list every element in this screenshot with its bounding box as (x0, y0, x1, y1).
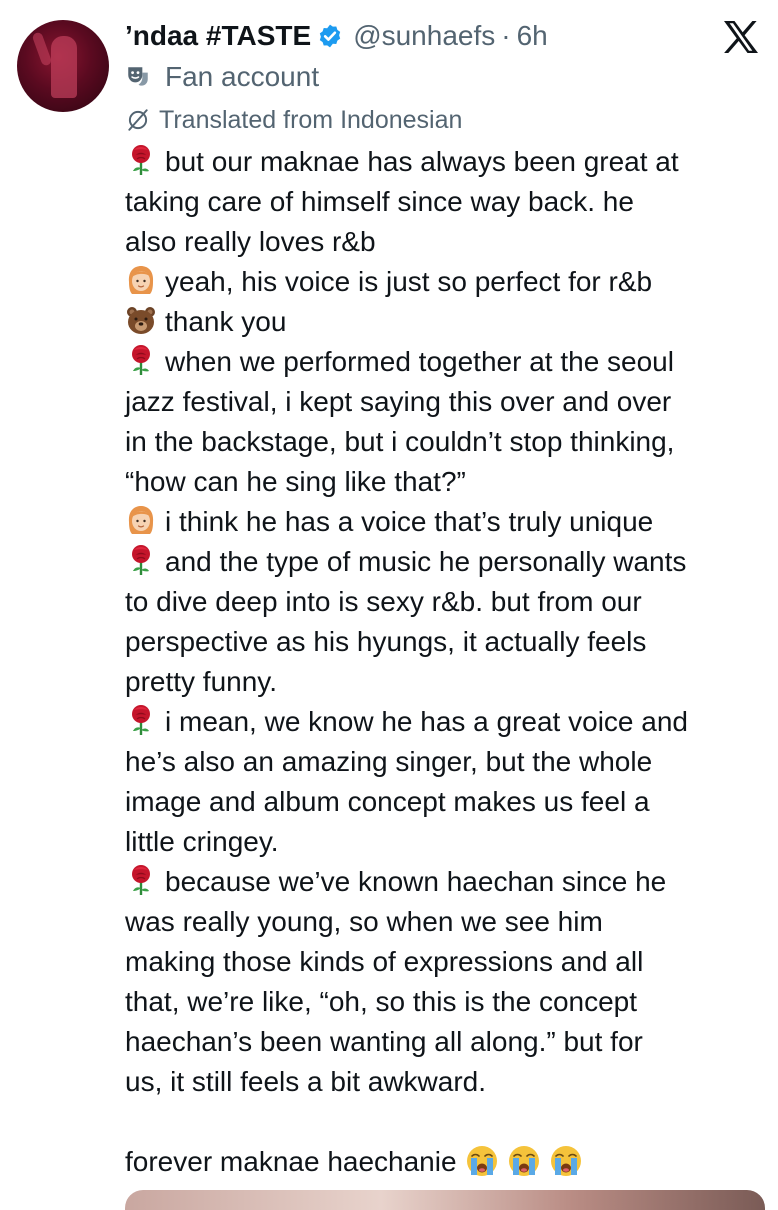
translation-text: Translated from Indonesian (159, 105, 463, 134)
loudly-crying-face-icon (550, 1146, 581, 1176)
tweet-line-text: image and album concept makes us feel a (125, 786, 650, 817)
tweet-header: ’ndaa #TASTE @sunhaefs · 6h (125, 16, 548, 56)
bear-emoji-icon (127, 307, 155, 334)
tweet-line: thank you (125, 302, 770, 342)
avatar-arm (31, 31, 53, 67)
media-preview[interactable] (125, 1190, 765, 1210)
woman-emoji-icon (128, 506, 154, 534)
loudly-crying-face-icon (466, 1146, 497, 1176)
tweet-line-text: thank you (165, 306, 287, 337)
tweet-line: little cringey. (125, 822, 770, 862)
fan-account-label: Fan account (125, 57, 319, 97)
translation-notice[interactable]: Translated from Indonesian (125, 101, 462, 139)
tweet-line: and the type of music he personally want… (125, 542, 770, 582)
tweet-line-text: when we performed together at the seoul (165, 346, 674, 377)
tweet-line: i mean, we know he has a great voice and (125, 702, 770, 742)
tweet-line: that, we’re like, “oh, so this is the co… (125, 982, 770, 1022)
loudly-crying-face-icon (508, 1146, 539, 1176)
closing-text: forever maknae haechanie (125, 1146, 457, 1177)
tweet-line-text: i think he has a voice that’s truly uniq… (165, 506, 654, 537)
tweet-line-text: also really loves r&b (125, 226, 376, 257)
rose-emoji-icon (132, 345, 150, 375)
timestamp[interactable]: 6h (517, 20, 548, 52)
rose-emoji-icon (132, 865, 150, 895)
tweet-line: image and album concept makes us feel a (125, 782, 770, 822)
tweet-line-text: jazz festival, i kept saying this over a… (125, 386, 672, 417)
verified-badge-icon (317, 23, 343, 49)
avatar[interactable] (17, 20, 109, 112)
tweet-line: perspective as his hyungs, it actually f… (125, 622, 770, 662)
tweet-line: because we’ve known haechan since he (125, 862, 770, 902)
rose-emoji-icon (132, 705, 150, 735)
tweet-line: he’s also an amazing singer, but the who… (125, 742, 770, 782)
avatar-figure (51, 36, 77, 98)
tweet-line: when we performed together at the seoul (125, 342, 770, 382)
tweet-line-text: because we’ve known haechan since he (165, 866, 667, 897)
tweet-line-text: but our maknae has always been great at (165, 146, 679, 177)
x-logo-icon[interactable] (723, 20, 759, 54)
rose-emoji-icon (132, 145, 150, 175)
rose-emoji-icon (132, 545, 150, 575)
tweet-line-text: that, we’re like, “oh, so this is the co… (125, 986, 638, 1017)
display-name[interactable]: ’ndaa #TASTE (125, 20, 311, 52)
tweet-line-text: and the type of music he personally want… (165, 546, 687, 577)
tweet-line: us, it still feels a bit awkward. (125, 1062, 770, 1102)
tweet-line: also really loves r&b (125, 222, 770, 262)
tweet-line-text: little cringey. (125, 826, 279, 857)
tweet-line-text: making those kinds of expressions and al… (125, 946, 644, 977)
tweet-line-text: was really young, so when we see him (125, 906, 603, 937)
closing-line: forever maknae haechanie (125, 1142, 770, 1182)
tweet-line: pretty funny. (125, 662, 770, 702)
tweet-line-text: i mean, we know he has a great voice and (165, 706, 688, 737)
tweet-line-text: pretty funny. (125, 666, 278, 697)
tweet-line: taking care of himself since way back. h… (125, 182, 770, 222)
tweet-line-text: “how can he sing like that?” (125, 466, 466, 497)
tweet-line-text: yeah, his voice is just so perfect for r… (165, 266, 653, 297)
tweet-line: jazz festival, i kept saying this over a… (125, 382, 770, 422)
tweet-line-text: us, it still feels a bit awkward. (125, 1066, 487, 1097)
tweet-line-text: he’s also an amazing singer, but the who… (125, 746, 653, 777)
tweet-line: i think he has a voice that’s truly uniq… (125, 502, 770, 542)
tweet-line: making those kinds of expressions and al… (125, 942, 770, 982)
tweet-line: “how can he sing like that?” (125, 462, 770, 502)
tweet-line: haechan’s been wanting all along.” but f… (125, 1022, 770, 1062)
tweet-line: yeah, his voice is just so perfect for r… (125, 262, 770, 302)
theater-mask-icon (125, 64, 151, 90)
tweet-line: in the backstage, but i couldn’t stop th… (125, 422, 770, 462)
translate-globe-icon (125, 107, 151, 133)
tweet-line-text: perspective as his hyungs, it actually f… (125, 626, 647, 657)
tweet-text: but our maknae has always been great at t… (125, 142, 770, 1182)
tweet-line: but our maknae has always been great at (125, 142, 770, 182)
tweet-line-text: taking care of himself since way back. h… (125, 186, 634, 217)
fan-account-text: Fan account (165, 61, 320, 92)
tweet-line: was really young, so when we see him (125, 902, 770, 942)
tweet-line-text: haechan’s been wanting all along.” but f… (125, 1026, 643, 1057)
tweet-line-text: to dive deep into is sexy r&b. but from … (125, 586, 642, 617)
tweet-line: to dive deep into is sexy r&b. but from … (125, 582, 770, 622)
separator-dot: · (501, 20, 511, 51)
tweet-line-text: in the backstage, but i couldn’t stop th… (125, 426, 675, 457)
handle[interactable]: @sunhaefs (353, 20, 495, 52)
woman-emoji-icon (128, 266, 154, 294)
